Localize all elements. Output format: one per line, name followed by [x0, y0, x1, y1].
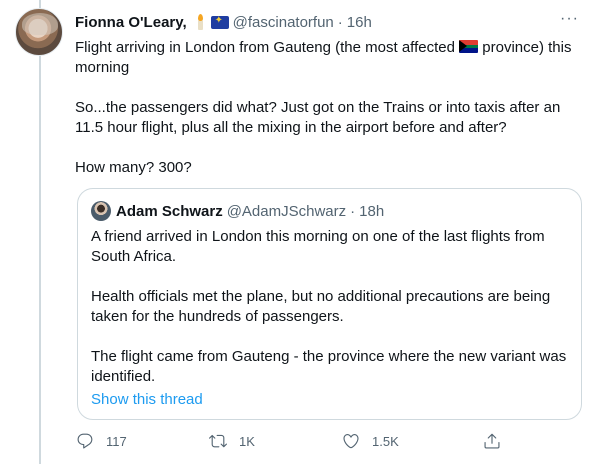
more-options-icon[interactable]: ··· [560, 10, 579, 28]
eu-flag-icon [210, 15, 229, 29]
like-count: 1.5K [372, 433, 399, 449]
south-africa-flag-icon [459, 40, 479, 53]
tweet-text: Flight arriving in London from Gauteng (… [75, 38, 585, 178]
quoted-author-name: Adam Schwarz [116, 202, 223, 220]
share-icon [484, 433, 500, 449]
quoted-tweet-card[interactable]: Adam Schwarz @AdamJSchwarz · 18h A frien… [77, 188, 582, 420]
tweet-paragraph-3: How many? 300? [75, 159, 192, 176]
tweet-paragraph-2: So...the passengers did what? Just got o… [75, 99, 561, 136]
quoted-paragraph-1: A friend arrived in London this morning … [91, 228, 545, 265]
like-button[interactable]: 1.5K [342, 432, 399, 450]
quoted-author-handle: @AdamJSchwarz [226, 202, 347, 220]
tweet-header: Fionna O'Leary, @fascinatorfun · 16h [75, 12, 585, 32]
like-icon [343, 434, 359, 449]
author-avatar[interactable] [15, 8, 63, 56]
tweet-text-before-flag: Flight arriving in London from Gauteng (… [75, 39, 455, 56]
candle-icon [195, 14, 205, 30]
show-thread-link[interactable]: Show this thread [91, 391, 203, 408]
avatar-hair [22, 13, 58, 35]
retweet-button[interactable]: 1K [209, 432, 255, 450]
share-button[interactable] [483, 432, 501, 450]
quoted-tweet-text: A friend arrived in London this morning … [91, 227, 571, 387]
tweet-timestamp[interactable]: 16h [347, 14, 372, 31]
tweet-actions-bar: 117 1K 1.5K [76, 432, 506, 454]
quoted-paragraph-2: Health officials met the plane, but no a… [91, 288, 551, 325]
quoted-tweet-header: Adam Schwarz @AdamJSchwarz · 18h [91, 201, 384, 221]
reply-icon [77, 433, 93, 449]
thread-connector-line [39, 0, 41, 464]
author-name[interactable]: Fionna O'Leary, [75, 14, 187, 31]
tweet-content: Fionna O'Leary, @fascinatorfun · 16h ···… [75, 10, 585, 178]
header-separator: · [337, 13, 343, 31]
reply-button[interactable]: 117 [76, 432, 127, 450]
reply-count: 117 [106, 433, 127, 449]
tweet-paragraph-1: Flight arriving in London from Gauteng (… [75, 38, 585, 78]
retweet-count: 1K [239, 433, 255, 449]
author-handle[interactable]: @fascinatorfun [233, 14, 334, 31]
retweet-icon [209, 434, 227, 448]
quoted-author-avatar [91, 201, 111, 221]
quoted-paragraph-3: The flight came from Gauteng - the provi… [91, 348, 567, 385]
quoted-header-separator: · [350, 202, 356, 220]
quoted-tweet-timestamp: 18h [359, 202, 385, 220]
